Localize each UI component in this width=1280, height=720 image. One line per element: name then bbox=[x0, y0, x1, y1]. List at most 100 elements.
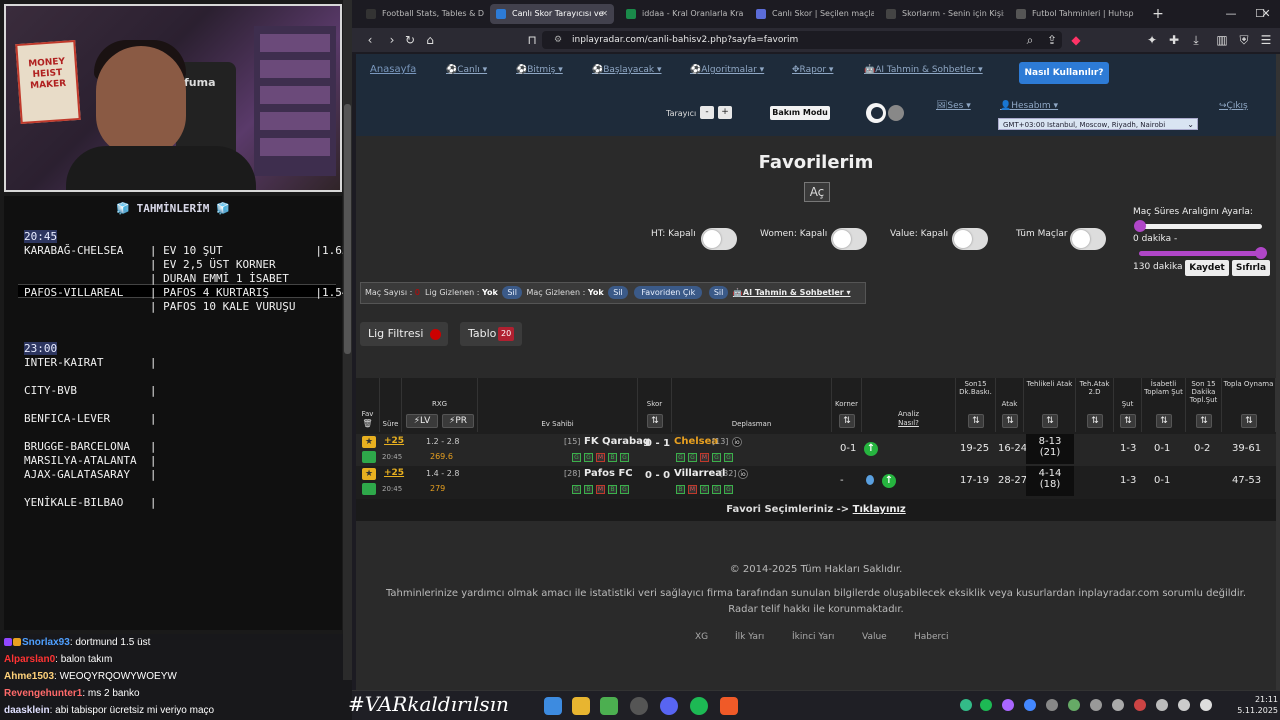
sort-button[interactable]: ⇅ bbox=[647, 414, 663, 428]
sort-pr-button[interactable]: ⚡PR bbox=[442, 414, 474, 428]
delete-match-button[interactable]: Sil bbox=[608, 286, 628, 299]
bookmark-icon[interactable]: ⊓ bbox=[522, 30, 542, 50]
timezone-select[interactable]: GMT+03:00 Istanbul, Moscow, Riyadh, Nair… bbox=[998, 118, 1198, 130]
new-tab-button[interactable]: + bbox=[1148, 4, 1168, 24]
sort-button[interactable]: ⇅ bbox=[1196, 414, 1212, 428]
logout-link[interactable]: ↪Çıkış bbox=[1219, 101, 1248, 111]
sort-lv-button[interactable]: ⚡LV bbox=[406, 414, 438, 428]
tray-nvidia-icon[interactable] bbox=[1068, 699, 1080, 711]
file-explorer-icon[interactable] bbox=[572, 697, 590, 715]
min-slider-knob[interactable] bbox=[1134, 220, 1146, 232]
scanner-minus-button[interactable]: - bbox=[700, 106, 714, 119]
tray-steam-icon[interactable] bbox=[1112, 699, 1124, 711]
analysis-how-link[interactable]: Nasıl? bbox=[862, 419, 955, 427]
reset-button[interactable]: Sıfırla bbox=[1232, 260, 1270, 276]
trash-icon[interactable]: 🗑 bbox=[356, 419, 379, 428]
favorite-selection-link[interactable]: Tıklayınız bbox=[853, 504, 906, 515]
footer-link-xg[interactable]: XG bbox=[695, 632, 708, 642]
page-scrollbar[interactable] bbox=[1276, 54, 1280, 690]
chat-username[interactable]: Alparslan0 bbox=[4, 654, 55, 665]
nav-upcoming[interactable]: ⚽Başlayacak ▾ bbox=[592, 65, 662, 75]
max-slider[interactable] bbox=[1139, 247, 1267, 259]
editor-icon[interactable] bbox=[600, 697, 618, 715]
browser-tab[interactable]: iddaa - Kral Oranlarla Kralla bbox=[620, 4, 744, 24]
value-toggle[interactable] bbox=[952, 228, 988, 250]
tray-spotify-icon[interactable] bbox=[980, 699, 992, 711]
zoom-icon[interactable]: ⌕ bbox=[1020, 30, 1040, 50]
sort-button[interactable]: ⇅ bbox=[1241, 414, 1257, 428]
chat-username[interactable]: Revengehunter1 bbox=[4, 688, 82, 699]
tray-red-icon[interactable] bbox=[1134, 699, 1146, 711]
ai-menu[interactable]: 🤖AI Tahmin & Sohbetler ▾ bbox=[733, 288, 851, 297]
close-button[interactable]: ✕ bbox=[1252, 4, 1280, 24]
theme-toggle[interactable] bbox=[866, 103, 906, 123]
footer-link-second-half[interactable]: İkinci Yarı bbox=[792, 632, 834, 642]
nav-live[interactable]: ⚽Canlı ▾ bbox=[446, 65, 487, 75]
remove-favorite-button[interactable]: Favoriden Çık bbox=[634, 286, 703, 299]
away-team[interactable]: Villarreal bbox=[674, 468, 725, 479]
sort-button[interactable]: ⇅ bbox=[1120, 414, 1136, 428]
sort-button[interactable]: ⇅ bbox=[839, 414, 855, 428]
minimize-button[interactable]: — bbox=[1216, 4, 1246, 24]
sort-button[interactable]: ⇅ bbox=[1087, 414, 1103, 428]
back-icon[interactable]: ‹ bbox=[360, 30, 380, 50]
info-icon[interactable]: io bbox=[738, 469, 748, 479]
chat-username[interactable]: Ahme1503 bbox=[4, 671, 54, 682]
sort-button[interactable]: ⇅ bbox=[1002, 414, 1018, 428]
bluetooth-icon[interactable] bbox=[1024, 699, 1036, 711]
footer-link-first-half[interactable]: İlk Yarı bbox=[735, 632, 764, 642]
all-matches-toggle[interactable] bbox=[1070, 228, 1106, 250]
chat-username[interactable]: Snorlax93 bbox=[22, 637, 70, 648]
table-button[interactable]: Tablo 20 bbox=[460, 322, 522, 346]
obs-icon[interactable] bbox=[630, 697, 648, 715]
scrollbar-thumb[interactable] bbox=[344, 104, 351, 354]
nav-finished[interactable]: ⚽Bitmiş ▾ bbox=[516, 65, 563, 75]
account-menu[interactable]: 👤Hesabım ▾ bbox=[1000, 101, 1058, 111]
sound-menu[interactable]: 🖼Ses ▾ bbox=[936, 101, 971, 111]
favorite-star-icon[interactable]: ★ bbox=[362, 436, 376, 448]
tray-misc-icon[interactable] bbox=[1090, 699, 1102, 711]
browser-tab[interactable]: Canlı Skor Tarayıcısı ve ✕ bbox=[490, 4, 614, 24]
footer-link-haberci[interactable]: Haberci bbox=[914, 632, 948, 642]
ht-toggle[interactable] bbox=[701, 228, 737, 250]
home-team[interactable]: Pafos FC bbox=[584, 468, 633, 479]
menu-icon[interactable]: ☰ bbox=[1256, 30, 1276, 50]
browser-tab[interactable]: Futbol Tahminleri | Huhspor bbox=[1010, 4, 1134, 24]
save-button[interactable]: Kaydet bbox=[1185, 260, 1229, 276]
brave-icon[interactable] bbox=[720, 697, 738, 715]
sort-button[interactable]: ⇅ bbox=[1156, 414, 1172, 428]
up-arrow-icon[interactable]: ↑ bbox=[882, 474, 896, 488]
league-filter-button[interactable]: Lig Filtresi bbox=[360, 322, 448, 346]
home-team[interactable]: FK Qarabag bbox=[584, 436, 650, 447]
maintenance-button[interactable]: Bakım Modu bbox=[770, 106, 830, 120]
wallet-icon[interactable]: ⛨ bbox=[1234, 30, 1254, 50]
extension-icon[interactable]: ✦ bbox=[1142, 30, 1162, 50]
browser-tab[interactable]: Canlı Skor | Seçilen maçlar bbox=[750, 4, 874, 24]
tab-close-icon[interactable]: ✕ bbox=[601, 4, 608, 24]
info-icon[interactable]: io bbox=[732, 437, 742, 447]
scanner-plus-button[interactable]: + bbox=[718, 106, 732, 119]
tray-icon[interactable] bbox=[960, 699, 972, 711]
nav-algorithms[interactable]: ⚽Algoritmalar ▾ bbox=[690, 65, 764, 75]
footer-link-value[interactable]: Value bbox=[862, 632, 887, 642]
match-row[interactable]: ★ +25 20:45 1.4 - 2.8 279 [28] Pafos FC G B M B G 0 … bbox=[356, 466, 1276, 498]
min-slider[interactable] bbox=[1134, 220, 1262, 232]
spotify-icon[interactable] bbox=[690, 697, 708, 715]
open-button[interactable]: Aç bbox=[804, 182, 830, 202]
left-scrollbar[interactable] bbox=[343, 0, 352, 680]
home-icon[interactable]: ⌂ bbox=[420, 30, 440, 50]
browser-tab[interactable]: Football Stats, Tables & Da bbox=[360, 4, 484, 24]
share-icon[interactable]: ⇪ bbox=[1042, 30, 1062, 50]
tray-app-icon[interactable] bbox=[1046, 699, 1058, 711]
start-icon[interactable] bbox=[544, 697, 562, 715]
tray-other-icon[interactable] bbox=[1156, 699, 1168, 711]
nav-home[interactable]: Anasayfa bbox=[370, 64, 416, 75]
discord-icon[interactable] bbox=[660, 697, 678, 715]
delete-button[interactable]: Sil bbox=[708, 286, 729, 299]
puzzle-icon[interactable]: ✚ bbox=[1164, 30, 1184, 50]
sidebar-icon[interactable]: ▥ bbox=[1212, 30, 1232, 50]
sort-button[interactable]: ⇅ bbox=[1042, 414, 1058, 428]
forward-icon[interactable]: › bbox=[382, 30, 402, 50]
chat-username[interactable]: daasklein bbox=[4, 705, 50, 716]
nav-report[interactable]: ✥Rapor ▾ bbox=[792, 65, 833, 75]
